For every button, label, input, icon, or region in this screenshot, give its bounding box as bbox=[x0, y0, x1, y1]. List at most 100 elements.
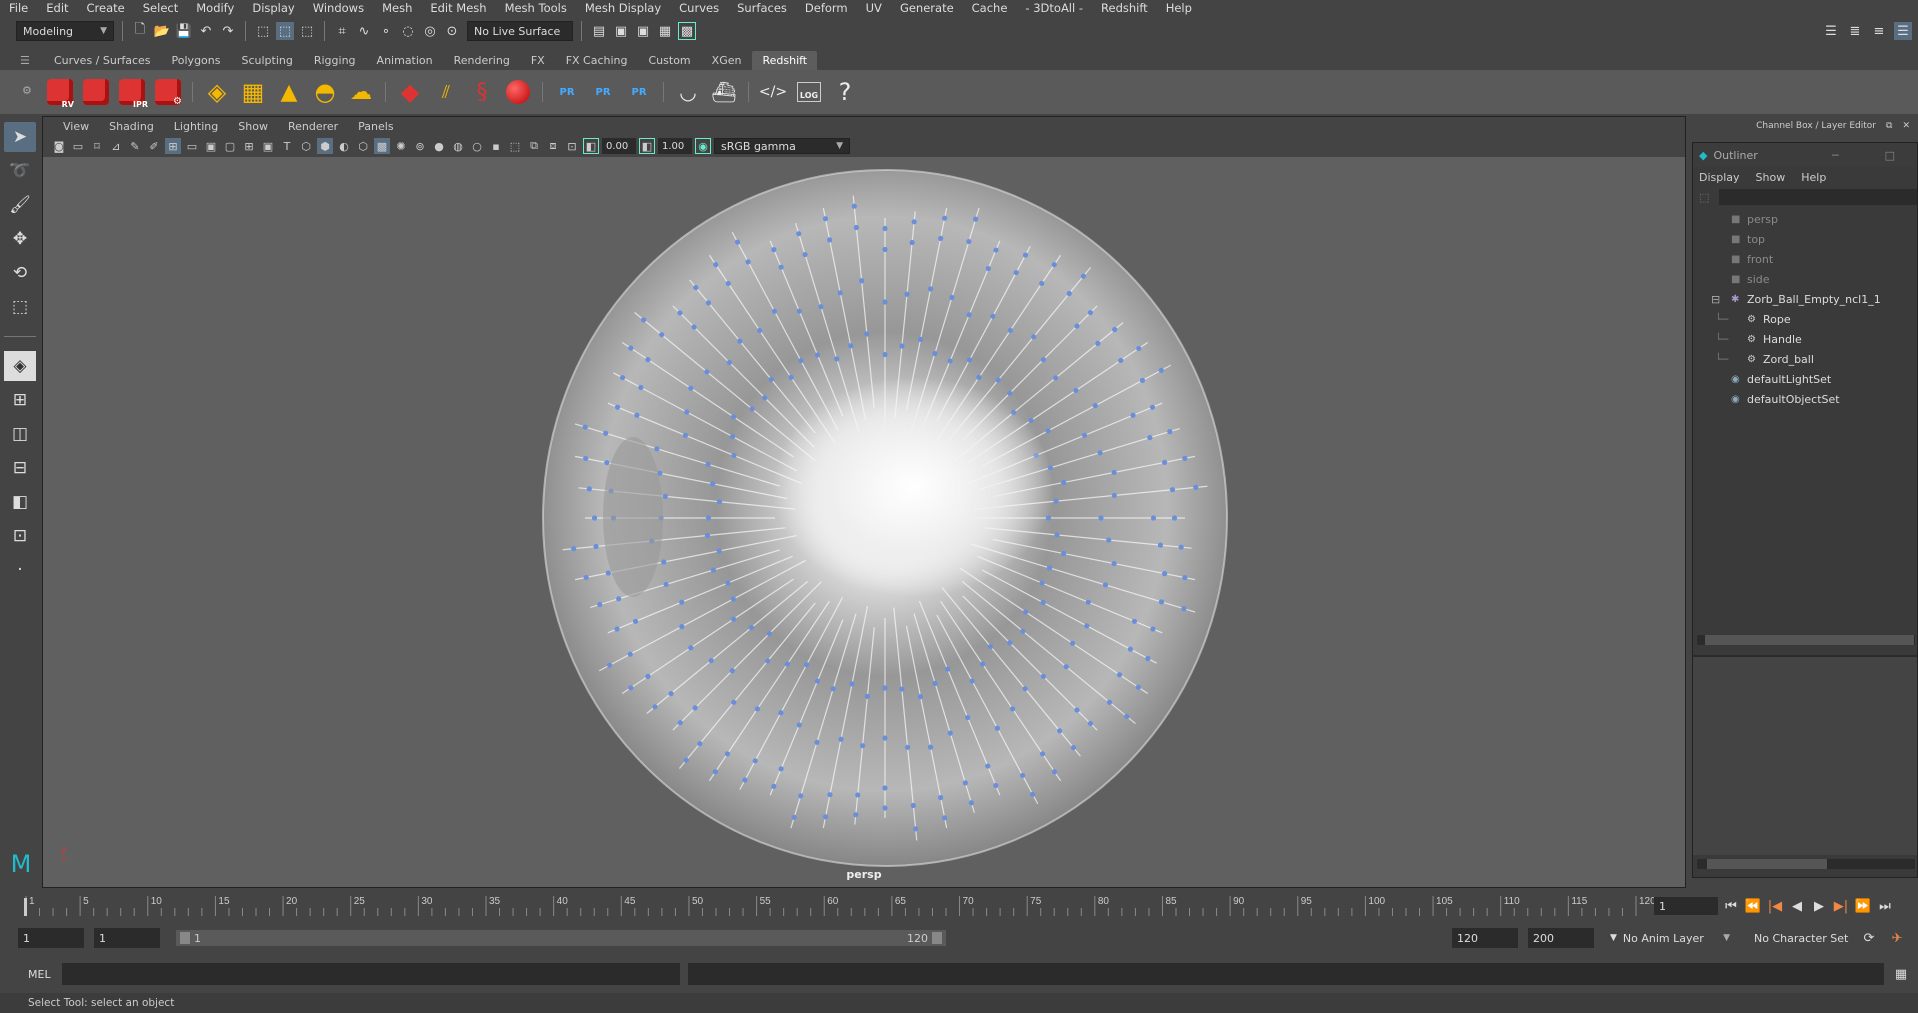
attribute-editor-icon[interactable]: ≣ bbox=[1846, 22, 1864, 40]
graph-layout-button[interactable]: ◧ bbox=[4, 487, 36, 517]
viewport-menu-view[interactable]: View bbox=[53, 120, 99, 133]
mode-selector[interactable]: Modeling ▼ bbox=[16, 21, 114, 41]
camera-frame-icon[interactable]: ⊡ bbox=[564, 138, 580, 154]
play-back-icon[interactable]: ◀ bbox=[1788, 897, 1806, 915]
outliner-item[interactable]: ■ front bbox=[1693, 249, 1917, 269]
collapse-icon[interactable]: ⊟ bbox=[1711, 293, 1720, 306]
character-set-dropdown[interactable]: No Character Set bbox=[1748, 928, 1860, 948]
hypershade-icon[interactable]: ▩ bbox=[678, 22, 696, 40]
isolate-select-icon[interactable]: ⬚ bbox=[507, 138, 523, 154]
outliner-item[interactable]: ⊟ ✱ Zorb_Ball_Empty_ncl1_1 bbox=[1693, 289, 1917, 309]
shelf-tab-polygons[interactable]: Polygons bbox=[162, 51, 231, 70]
render-current-icon[interactable]: ▣ bbox=[612, 22, 630, 40]
range-start-handle[interactable] bbox=[180, 932, 190, 944]
safe-action-icon[interactable]: ▣ bbox=[260, 138, 276, 154]
rs-spot-light-button[interactable]: ▲ bbox=[273, 75, 305, 109]
snap-point-icon[interactable]: ∘ bbox=[377, 22, 395, 40]
menu-item-uv[interactable]: UV bbox=[857, 1, 891, 15]
script-language-label[interactable]: MEL bbox=[28, 968, 51, 981]
play-forward-icon[interactable]: ▶ bbox=[1810, 897, 1828, 915]
select-hierarchy-icon[interactable]: ⬚ bbox=[254, 22, 272, 40]
viewport-menu-panels[interactable]: Panels bbox=[348, 120, 403, 133]
start-time-field[interactable]: 1 bbox=[18, 928, 84, 948]
maximize-icon[interactable]: □ bbox=[1885, 149, 1895, 162]
menu-item-display[interactable]: Display bbox=[243, 1, 303, 15]
outliner-item[interactable]: ■ top bbox=[1693, 229, 1917, 249]
rs-proxy-button[interactable]: ◆ bbox=[394, 75, 426, 109]
float-icon[interactable]: ⧉ bbox=[1886, 121, 1892, 131]
snap-projected-icon[interactable]: ◌ bbox=[399, 22, 417, 40]
bookmark-icon[interactable]: ⌑ bbox=[89, 138, 105, 154]
make-live-icon[interactable]: ⊙ bbox=[443, 22, 461, 40]
playback-end-field[interactable]: 120 bbox=[1452, 928, 1518, 948]
outliner-item[interactable]: └─ ⚙ Rope bbox=[1693, 309, 1917, 329]
menu-item-file[interactable]: File bbox=[0, 1, 37, 15]
new-scene-icon[interactable]: 🗋 bbox=[131, 22, 149, 40]
exposure-field[interactable]: 0.00 bbox=[602, 138, 636, 154]
menu-item-mesh-display[interactable]: Mesh Display bbox=[576, 1, 670, 15]
script-editor-button[interactable]: </> bbox=[757, 75, 789, 109]
redo-icon[interactable]: ↷ bbox=[219, 22, 237, 40]
ipr-render-icon[interactable]: ▣ bbox=[634, 22, 652, 40]
menu-item-cache[interactable]: Cache bbox=[963, 1, 1017, 15]
film-gate-icon[interactable]: ▭ bbox=[184, 138, 200, 154]
menu-item-edit[interactable]: Edit bbox=[37, 1, 77, 15]
hypershade-layout-button[interactable]: ⊡ bbox=[4, 521, 36, 551]
safe-title-icon[interactable]: T bbox=[279, 138, 295, 154]
playback-start-field[interactable]: 1 bbox=[94, 928, 160, 948]
shadows-icon[interactable]: ● bbox=[431, 138, 447, 154]
viewport-panel[interactable]: View Shading Lighting Show Renderer Panels ◙ … bbox=[42, 116, 1686, 888]
menu-item-mesh[interactable]: Mesh bbox=[373, 1, 421, 15]
shelf-tab-custom[interactable]: Custom bbox=[639, 51, 701, 70]
anim-layer-dropdown[interactable]: ▼ No Anim Layer ▼ bbox=[1604, 928, 1736, 948]
menu-item-select[interactable]: Select bbox=[134, 1, 187, 15]
modeling-toolkit-icon[interactable]: ☰ bbox=[1822, 22, 1840, 40]
snap-grid-icon[interactable]: ⌗ bbox=[333, 22, 351, 40]
xray-icon[interactable]: ▩ bbox=[374, 138, 390, 154]
camera-select-icon[interactable]: ◙ bbox=[51, 138, 67, 154]
render-settings-button[interactable]: ⚙ bbox=[152, 75, 184, 109]
xray-active-icon[interactable]: ⧈ bbox=[545, 138, 561, 154]
exposure-icon[interactable]: ◧ bbox=[583, 138, 599, 154]
smooth-shade-icon[interactable]: ⬢ bbox=[317, 138, 333, 154]
save-scene-icon[interactable]: 💾 bbox=[175, 22, 193, 40]
outliner-item[interactable]: └─ ⚙ Handle bbox=[1693, 329, 1917, 349]
viewport-menu-shading[interactable]: Shading bbox=[99, 120, 164, 133]
scale-tool-button[interactable]: ⬚ bbox=[4, 292, 36, 322]
rs-dome-light-button[interactable]: ◓ bbox=[309, 75, 341, 109]
bowl-tool-button[interactable]: ◡ bbox=[672, 75, 704, 109]
outliner-layout-button[interactable]: ⊟ bbox=[4, 453, 36, 483]
boat-tool-button[interactable]: ⛴ bbox=[708, 75, 740, 109]
field-chart-icon[interactable]: ⊞ bbox=[241, 138, 257, 154]
channel-box-icon[interactable]: ☰ bbox=[1894, 22, 1912, 40]
outliner-item[interactable]: ■ side bbox=[1693, 269, 1917, 289]
range-end-handle[interactable] bbox=[932, 932, 942, 944]
close-icon[interactable]: ✕ bbox=[1902, 121, 1910, 131]
image-plane-icon[interactable]: ⊿ bbox=[108, 138, 124, 154]
step-back-key-icon[interactable]: ⏪ bbox=[1744, 897, 1762, 915]
viewport-menu-lighting[interactable]: Lighting bbox=[164, 120, 228, 133]
shelf-tab-rigging[interactable]: Rigging bbox=[304, 51, 366, 70]
pr-swap-button[interactable]: PR bbox=[623, 75, 655, 109]
menu-item-generate[interactable]: Generate bbox=[891, 1, 963, 15]
rotate-tool-button[interactable]: ⟲ bbox=[4, 258, 36, 288]
outliner-search-input[interactable] bbox=[1719, 189, 1917, 205]
lower-scrollbar[interactable] bbox=[1697, 859, 1915, 869]
help-button[interactable]: ? bbox=[829, 75, 861, 109]
shelf-tab-curves-surfaces[interactable]: Curves / Surfaces bbox=[44, 51, 161, 70]
menu-item-3dtoall[interactable]: - 3DtoAll - bbox=[1016, 1, 1092, 15]
render-view-icon[interactable]: ▦ bbox=[656, 22, 674, 40]
command-input[interactable] bbox=[62, 963, 680, 985]
rs-sun-sky-button[interactable]: ☁ bbox=[345, 75, 377, 109]
textured-icon[interactable]: ✺ bbox=[393, 138, 409, 154]
shelf-tab-sculpting[interactable]: Sculpting bbox=[231, 51, 302, 70]
time-slider[interactable]: 1 5 10 15 20 25 30 35 40 45 50 55 60 65 70 75 80 85 90 95 10… bbox=[16, 892, 1660, 918]
menu-item-redshift[interactable]: Redshift bbox=[1092, 1, 1157, 15]
outliner-item[interactable]: └─ ⚙ Zord_ball bbox=[1693, 349, 1917, 369]
grease-pencil-icon[interactable]: ✐ bbox=[146, 138, 162, 154]
current-frame-field[interactable]: 1 bbox=[1654, 897, 1718, 915]
auto-key-icon[interactable]: ⟳ bbox=[1860, 929, 1878, 947]
shelf-tab-fx-caching[interactable]: FX Caching bbox=[556, 51, 638, 70]
pr-cube-button[interactable]: PR bbox=[551, 75, 583, 109]
outliner-item[interactable]: ◉ defaultObjectSet bbox=[1693, 389, 1917, 409]
